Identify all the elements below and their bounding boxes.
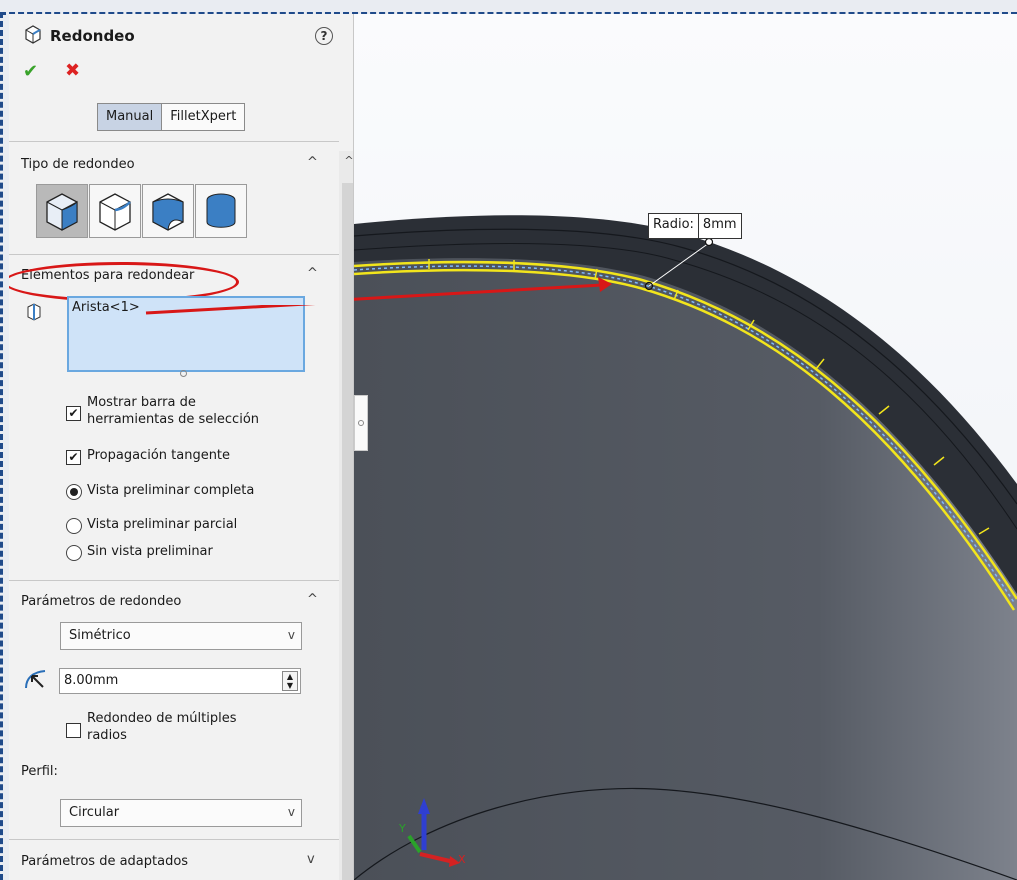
partial-preview-radio[interactable] xyxy=(66,518,82,534)
section-params-header[interactable]: Parámetros de redondeo xyxy=(21,594,181,609)
tangent-propagation-checkbox[interactable]: ✔ xyxy=(66,450,81,465)
radius-callout-label: Radio: xyxy=(653,217,694,232)
fillet-method-select[interactable]: Simétrico v xyxy=(60,622,302,650)
panel-title: Redondeo xyxy=(50,27,135,45)
inner-face xyxy=(354,258,1017,880)
fillet-type-constant-button[interactable] xyxy=(36,184,88,238)
fillet-type-full-round-button[interactable] xyxy=(195,184,247,238)
radius-value: 8.00mm xyxy=(64,673,119,688)
radius-spinner[interactable]: ▲ ▼ xyxy=(282,671,298,691)
show-selection-toolbar-checkbox[interactable]: ✔ xyxy=(66,406,81,421)
fillet-type-face-button[interactable] xyxy=(142,184,194,238)
tangent-propagation-label: Propagación tangente xyxy=(87,448,231,463)
partial-preview-label: Vista preliminar parcial xyxy=(87,517,238,532)
multi-radius-label-line2: radios xyxy=(87,728,127,743)
show-selection-toolbar-label-line1: Mostrar barra de xyxy=(87,395,196,410)
panel-collapse-handle[interactable] xyxy=(354,395,368,451)
tab-filletxpert[interactable]: FilletXpert xyxy=(162,104,245,130)
divider xyxy=(9,254,339,255)
section-setback-header[interactable]: Parámetros de adaptados xyxy=(21,854,188,869)
profile-value: Circular xyxy=(69,805,120,820)
fillet-type-variable-button[interactable] xyxy=(89,184,141,238)
divider xyxy=(9,580,339,581)
full-preview-label: Vista preliminar completa xyxy=(87,483,255,498)
list-item[interactable]: Arista<1> xyxy=(72,300,140,315)
variable-size-fillet-icon xyxy=(99,193,131,231)
resize-handle-icon[interactable] xyxy=(180,370,187,377)
no-preview-label: Sin vista preliminar xyxy=(87,544,213,559)
radius-callout-value[interactable]: 8mm xyxy=(697,214,741,238)
axis-y-label: Y xyxy=(398,822,406,835)
multi-radius-checkbox[interactable] xyxy=(66,723,81,738)
annotation-dashed-border-left xyxy=(0,12,3,880)
face-fillet-icon xyxy=(152,193,184,231)
profile-select[interactable]: Circular v xyxy=(60,799,302,827)
chevron-down-icon[interactable]: v xyxy=(307,852,315,867)
chevron-up-icon[interactable]: ^ xyxy=(307,155,318,170)
chevron-down-icon: v xyxy=(287,628,295,642)
multi-radius-label-line1: Redondeo de múltiples xyxy=(87,711,237,726)
divider xyxy=(9,141,339,142)
scroll-up-icon[interactable]: ^ xyxy=(342,154,353,168)
axis-x-label: X xyxy=(458,853,466,866)
fillet-feature-icon xyxy=(25,25,41,44)
graphics-viewport[interactable]: Z X Y xyxy=(354,14,1017,880)
scroll-thumb[interactable] xyxy=(342,183,353,880)
mode-switch: Manual FilletXpert xyxy=(97,103,246,131)
divider xyxy=(9,839,339,840)
show-selection-toolbar-label-line2: herramientas de selección xyxy=(87,412,260,427)
constant-size-fillet-icon xyxy=(46,193,78,231)
full-preview-radio[interactable] xyxy=(66,484,82,500)
section-fillet-type-header[interactable]: Tipo de redondeo xyxy=(21,157,135,172)
cancel-button[interactable]: ✖ xyxy=(65,60,80,81)
fillet-method-value: Simétrico xyxy=(69,628,131,643)
axis-z-label: Z xyxy=(420,804,428,817)
profile-label: Perfil: xyxy=(21,764,58,779)
chevron-up-icon[interactable]: ^ xyxy=(307,592,318,607)
chevron-up-icon[interactable]: ^ xyxy=(307,266,318,281)
ok-button[interactable]: ✔ xyxy=(23,61,38,82)
property-manager-panel: Redondeo ? ✔ ✖ Manual FilletXpert ^ Tipo… xyxy=(9,14,354,880)
radius-callout[interactable]: Radio: 8mm xyxy=(648,213,742,239)
chevron-down-icon: v xyxy=(287,805,295,819)
panel-scrollbar[interactable]: ^ xyxy=(339,151,353,880)
collapse-dot-icon xyxy=(358,420,364,426)
tab-manual[interactable]: Manual xyxy=(98,104,163,130)
radius-input[interactable]: 8.00mm ▲ ▼ xyxy=(59,668,301,694)
help-icon[interactable]: ? xyxy=(315,27,333,45)
part-model: Z X Y xyxy=(354,215,1017,880)
radius-icon xyxy=(25,670,46,689)
annotation-arrow-tail xyxy=(145,305,316,315)
edge-selection-icon xyxy=(27,303,41,321)
full-round-fillet-icon xyxy=(206,193,236,228)
no-preview-radio[interactable] xyxy=(66,545,82,561)
